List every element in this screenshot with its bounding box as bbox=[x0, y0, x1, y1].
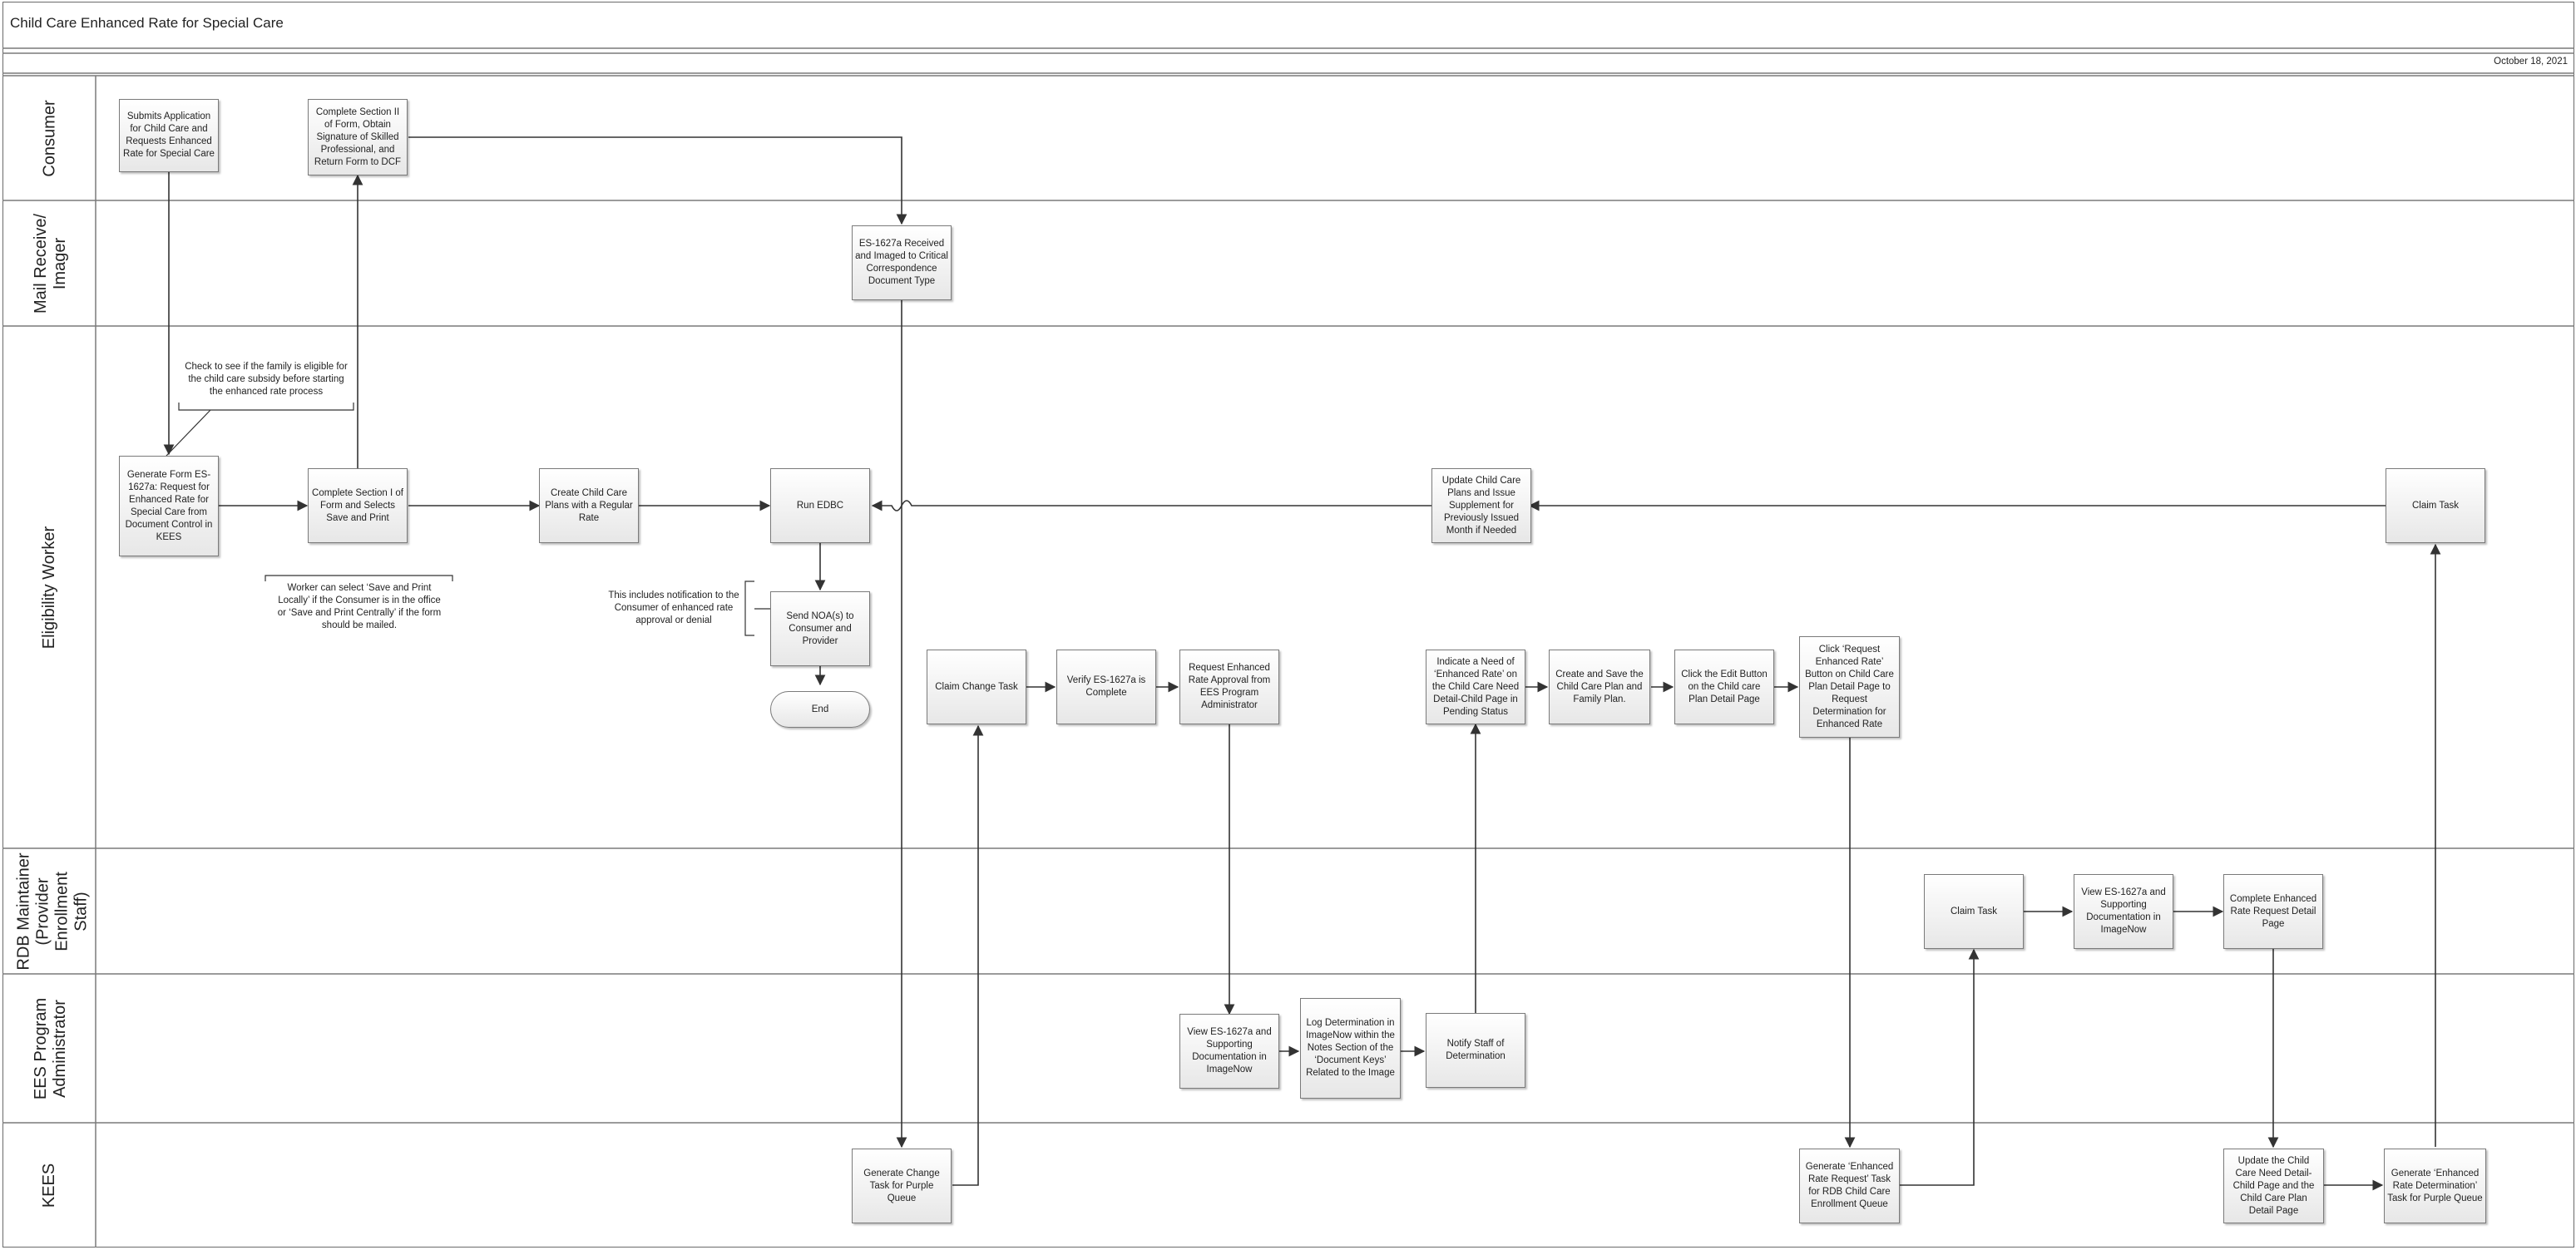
step-log-determination[interactable]: Log Determination in ImageNow within the… bbox=[1300, 998, 1401, 1099]
lane-consumer: Consumer bbox=[40, 99, 59, 177]
step-generate-determination-task[interactable]: Generate ‘Enhanced Rate Determination’ T… bbox=[2384, 1149, 2486, 1223]
step-complete-request-detail[interactable]: Complete Enhanced Rate Request Detail Pa… bbox=[2223, 874, 2323, 949]
step-end[interactable]: End bbox=[770, 691, 870, 728]
note-save-print-options: Worker can select ‘Save and Print Locall… bbox=[277, 583, 442, 630]
step-update-need-detail[interactable]: Update the Child Care Need Detail-Child … bbox=[2223, 1149, 2324, 1223]
step-click-request-enhanced-rate[interactable]: Click ‘Request Enhanced Rate’ Button on … bbox=[1799, 636, 1900, 738]
step-click-edit-button[interactable]: Click the Edit Button on the Child care … bbox=[1674, 650, 1774, 724]
step-submit-application[interactable]: Submits Application for Child Care and R… bbox=[119, 99, 219, 172]
note-noa-notification: This includes notification to the Consum… bbox=[608, 590, 739, 625]
step-verify-form-complete[interactable]: Verify ES-1627a is Complete bbox=[1056, 650, 1156, 724]
step-claim-change-task[interactable]: Claim Change Task bbox=[927, 650, 1026, 724]
lane-kees: KEES bbox=[40, 1163, 59, 1208]
step-generate-change-task[interactable]: Generate Change Task for Purple Queue bbox=[852, 1149, 952, 1223]
step-update-child-care-plans[interactable]: Update Child Care Plans and Issue Supple… bbox=[1431, 468, 1531, 543]
step-create-child-care-plans[interactable]: Create Child Care Plans with a Regular R… bbox=[539, 468, 639, 543]
step-claim-task-rdb[interactable]: Claim Task bbox=[1924, 874, 2024, 949]
step-create-save-plan[interactable]: Create and Save the Child Care Plan and … bbox=[1549, 650, 1650, 724]
step-complete-section-i[interactable]: Complete Section I of Form and Selects S… bbox=[308, 468, 408, 543]
lane-ees-program-administrator: EES Program Administrator bbox=[32, 997, 70, 1099]
step-form-received-imaged[interactable]: ES-1627a Received and Imaged to Critical… bbox=[852, 225, 952, 300]
step-view-form-rdb[interactable]: View ES-1627a and Supporting Documentati… bbox=[2074, 874, 2173, 949]
note-eligibility-check: Check to see if the family is eligible f… bbox=[185, 362, 348, 397]
lane-rdb-maintainer: RDB Maintainer (Provider Enrollment Staf… bbox=[15, 852, 91, 971]
step-request-enhanced-rate-approval[interactable]: Request Enhanced Rate Approval from EES … bbox=[1179, 650, 1279, 724]
step-view-form-ees[interactable]: View ES-1627a and Supporting Documentati… bbox=[1179, 1014, 1279, 1089]
lane-mail-receive-imager: Mail Receive/ Imager bbox=[32, 213, 70, 314]
step-claim-task-eligibility[interactable]: Claim Task bbox=[2386, 468, 2485, 543]
step-complete-section-ii[interactable]: Complete Section II of Form, Obtain Sign… bbox=[308, 99, 408, 175]
lane-eligibility-worker: Eligibility Worker bbox=[40, 526, 59, 649]
step-notify-staff[interactable]: Notify Staff of Determination bbox=[1426, 1013, 1525, 1088]
step-run-edbc[interactable]: Run EDBC bbox=[770, 468, 870, 543]
step-indicate-enhanced-rate-need[interactable]: Indicate a Need of ‘Enhanced Rate’ on th… bbox=[1426, 650, 1525, 724]
step-generate-rdb-task[interactable]: Generate ‘Enhanced Rate Request’ Task fo… bbox=[1799, 1149, 1900, 1223]
step-generate-form[interactable]: Generate Form ES-1627a: Request for Enha… bbox=[119, 456, 219, 556]
step-send-noa[interactable]: Send NOA(s) to Consumer and Provider bbox=[770, 591, 870, 666]
